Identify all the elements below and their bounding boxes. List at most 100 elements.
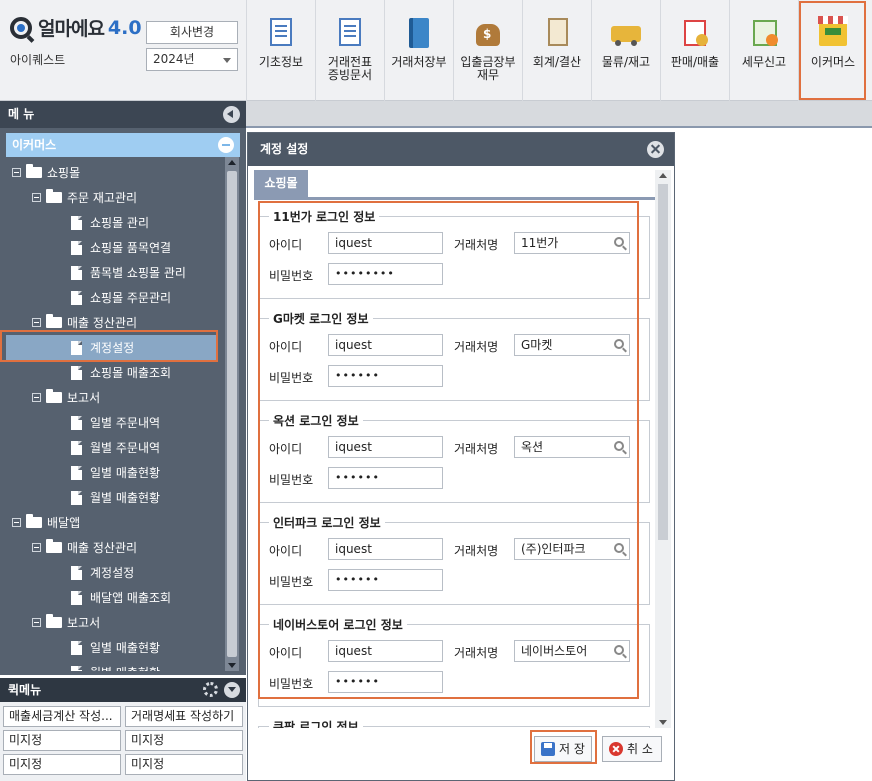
toolbar-button-4[interactable]: 회계/결산 (522, 0, 591, 101)
tree-page-item[interactable]: 쇼핑몰 매출조회 (6, 360, 218, 385)
scroll-up-icon[interactable] (659, 173, 667, 178)
collapse-toggle-icon[interactable] (32, 193, 41, 202)
toolbar-label: 회계/결산 (532, 55, 582, 69)
tree-item-label: 월별 주문내역 (90, 441, 161, 455)
toolbar-button-8[interactable]: 이커머스 (798, 0, 867, 101)
tree-item-label: 일별 매출현황 (90, 641, 161, 655)
chevron-down-icon[interactable] (224, 682, 240, 698)
change-company-button[interactable]: 회사변경 (146, 21, 238, 44)
tree-folder[interactable]: 배달앱 (6, 510, 218, 535)
tree-page-item[interactable]: 월별 매출현황 (6, 660, 218, 671)
toolbar-button-7[interactable]: 세무신고 (729, 0, 798, 101)
tree-page-item[interactable]: 쇼핑몰 주문관리 (6, 285, 218, 310)
menu-tree-scrollbar[interactable] (225, 157, 239, 671)
tree-item-label: 일별 매출현황 (90, 466, 161, 480)
tree-item-label: 일별 주문내역 (90, 416, 161, 430)
toolbar-label: 판매/매출 (670, 55, 720, 69)
tree-item-label: 월별 매출현황 (90, 491, 161, 505)
quick-menu-button[interactable]: 미지정 (125, 730, 243, 751)
dialog-scrollbar[interactable] (655, 170, 671, 728)
tree-page-item[interactable]: 일별 주문내역 (6, 410, 218, 435)
tree-item-label: 매출 정산관리 (67, 316, 138, 330)
tree-page-item[interactable]: 일별 매출현황 (6, 460, 218, 485)
collapse-menu-icon[interactable] (223, 106, 240, 123)
page-icon (71, 290, 82, 305)
menu-tree: 쇼핑몰 주문 재고관리 쇼핑몰 관리쇼핑몰 품목연결품목별 쇼핑몰 관리쇼핑몰 주문… (6, 157, 224, 671)
toolbar-button-2[interactable]: 거래처장부 (384, 0, 453, 101)
page-icon (71, 215, 82, 230)
cancel-button[interactable]: 취 소 (602, 736, 662, 762)
toolbar-button-0[interactable]: 기초정보 (246, 0, 315, 101)
collapse-section-icon[interactable] (218, 137, 234, 153)
tree-folder[interactable]: 쇼핑몰 (6, 160, 218, 185)
collapse-toggle-icon[interactable] (32, 618, 41, 627)
tree-item-label: 배달앱 매출조회 (90, 591, 172, 605)
page-icon (71, 240, 82, 255)
tree-item-label: 보고서 (67, 616, 101, 630)
ecommerce-shop-icon (816, 16, 850, 50)
tree-item-label: 쇼핑몰 품목연결 (90, 241, 172, 255)
chevron-down-icon (223, 58, 231, 63)
page-icon (71, 590, 82, 605)
app-logo: 얼마에요 4.0 (10, 14, 142, 41)
tree-folder[interactable]: 매출 정산관리 (6, 535, 218, 560)
tree-item-label: 배달앱 (47, 516, 81, 530)
quick-menu-grid: 매출세금계산 작성... 거래명세표 작성하기 미지정 미지정 미지정 미지정 (0, 702, 246, 781)
brand-name: 얼마에요 (38, 18, 105, 40)
page-icon (71, 640, 82, 655)
tree-page-item[interactable]: 쇼핑몰 관리 (6, 210, 218, 235)
folder-icon (46, 314, 62, 328)
tree-page-item[interactable]: 월별 주문내역 (6, 435, 218, 460)
voucher-icon (333, 16, 367, 50)
menu-header: 메 뉴 (0, 101, 246, 128)
cancel-button-label: 취 소 (627, 742, 653, 756)
tree-page-item[interactable]: 쇼핑몰 품목연결 (6, 235, 218, 260)
tree-page-item[interactable]: 계정설정 (6, 560, 218, 585)
menu-tree-panel: 이커머스 쇼핑몰 주문 재고관리 쇼핑몰 관리 쇼핑몰 품목연결 품목별 쇼핑몰 관리 쇼… (0, 128, 246, 675)
quick-menu-button[interactable]: 미지정 (125, 754, 243, 775)
tree-page-item[interactable]: 배달앱 매출조회 (6, 585, 218, 610)
quick-menu-title: 퀵메뉴 (8, 683, 42, 697)
tree-folder[interactable]: 보고서 (6, 385, 218, 410)
close-icon[interactable] (647, 141, 664, 158)
year-select[interactable]: 2024년 (146, 48, 238, 71)
tab-shopping-mall[interactable]: 쇼핑몰 (254, 170, 308, 197)
toolbar-button-6[interactable]: 판매/매출 (660, 0, 729, 101)
page-icon (71, 665, 82, 671)
folder-icon (46, 539, 62, 553)
tree-item-label: 품목별 쇼핑몰 관리 (90, 266, 186, 280)
toolbar-button-5[interactable]: 물류/재고 (591, 0, 660, 101)
scroll-up-icon[interactable] (228, 160, 236, 165)
scrollbar-thumb[interactable] (227, 171, 237, 657)
quick-menu-button[interactable]: 미지정 (3, 730, 121, 751)
folder-icon (26, 514, 42, 528)
collapse-toggle-icon[interactable] (12, 168, 21, 177)
sales-icon (678, 16, 712, 50)
tree-page-item[interactable]: 월별 매출현황 (6, 485, 218, 510)
page-icon (71, 490, 82, 505)
toolbar-button-1[interactable]: 거래전표 증빙문서 (315, 0, 384, 101)
logistics-icon (609, 16, 643, 50)
highlight-box-form (258, 201, 639, 699)
dialog-title: 계정 설정 (260, 142, 309, 156)
menu-section-header[interactable]: 이커머스 (6, 133, 240, 157)
page-icon (71, 415, 82, 430)
scroll-down-icon[interactable] (228, 663, 236, 668)
collapse-toggle-icon[interactable] (32, 318, 41, 327)
tree-folder[interactable]: 보고서 (6, 610, 218, 635)
quick-menu-button[interactable]: 미지정 (3, 754, 121, 775)
quick-menu-button[interactable]: 거래명세표 작성하기 (125, 706, 243, 727)
scroll-down-icon[interactable] (659, 720, 667, 725)
folder-icon (26, 164, 42, 178)
company-name: 아이퀘스트 (10, 53, 66, 67)
quick-menu-button[interactable]: 매출세금계산 작성... (3, 706, 121, 727)
toolbar-button-3[interactable]: 입출금장부 재무 (453, 0, 522, 101)
tree-folder[interactable]: 주문 재고관리 (6, 185, 218, 210)
collapse-toggle-icon[interactable] (12, 518, 21, 527)
tree-page-item[interactable]: 일별 매출현황 (6, 635, 218, 660)
gear-icon[interactable] (203, 682, 218, 697)
collapse-toggle-icon[interactable] (32, 543, 41, 552)
collapse-toggle-icon[interactable] (32, 393, 41, 402)
scrollbar-thumb[interactable] (658, 184, 668, 540)
tree-page-item[interactable]: 품목별 쇼핑몰 관리 (6, 260, 218, 285)
